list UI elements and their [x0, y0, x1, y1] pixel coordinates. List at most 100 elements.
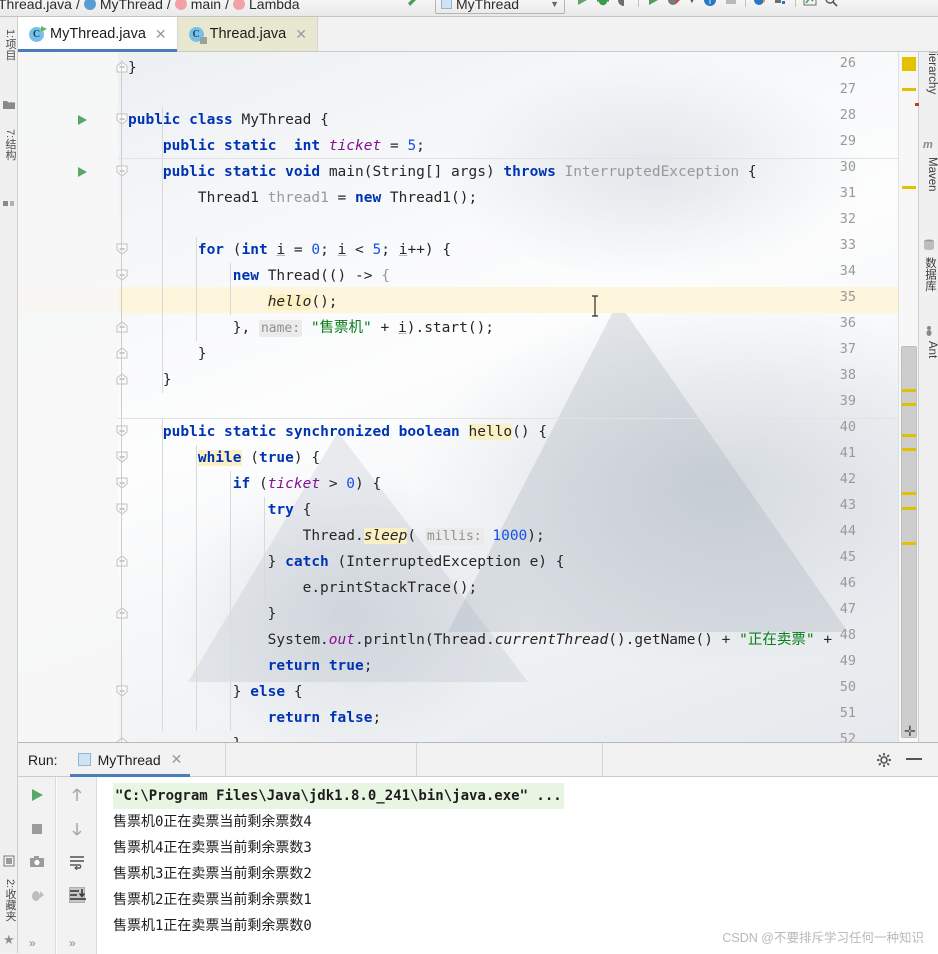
code-line[interactable]: return false; — [128, 705, 382, 731]
add-marker-icon[interactable]: ✛ — [904, 723, 916, 740]
gear-icon[interactable] — [876, 752, 892, 768]
code-line[interactable]: public static void main(String[] args) t… — [128, 159, 757, 185]
fold-marker-icon[interactable] — [116, 503, 128, 515]
rerun-failed-icon[interactable] — [667, 0, 681, 7]
code-line[interactable]: hello(); — [128, 289, 338, 315]
close-icon[interactable]: ✕ — [155, 26, 167, 43]
tab-thread-java[interactable]: C Thread.java ✕ — [177, 17, 318, 51]
run-gutter-icon[interactable] — [78, 115, 87, 125]
sidebar-item-maven[interactable]: Maven — [922, 157, 938, 192]
code-line[interactable]: } — [128, 601, 277, 627]
coverage-icon[interactable] — [617, 0, 631, 7]
star-icon[interactable]: ★ — [3, 932, 15, 948]
marker-warning[interactable] — [902, 389, 916, 392]
code-line[interactable]: } — [128, 341, 207, 367]
marker-warning[interactable] — [902, 403, 916, 406]
code-line[interactable]: public static synchronized boolean hello… — [128, 419, 547, 445]
code-line[interactable]: }, name: "售票机" + i).start(); — [128, 315, 494, 342]
editor-marker-scrollbar[interactable]: ✛ — [898, 52, 919, 742]
code-line[interactable]: try { — [128, 497, 312, 523]
code-line[interactable]: } — [128, 55, 137, 81]
fold-marker-icon[interactable] — [116, 555, 128, 567]
code-line[interactable]: while (true) { — [128, 445, 320, 471]
sidebar-item-hierarchy[interactable]: Hierarchy — [922, 45, 938, 94]
code-line[interactable]: e.printStackTrace(); — [128, 575, 478, 601]
stop-icon[interactable] — [29, 821, 45, 837]
code-line[interactable]: Thread.sleep( millis: 1000); — [128, 523, 545, 550]
grid-icon[interactable] — [3, 195, 15, 207]
code-line[interactable]: Thread1 thread1 = new Thread1(); — [128, 185, 477, 211]
fold-marker-icon[interactable] — [116, 373, 128, 385]
breadcrumb-item-2[interactable]: main — [174, 0, 221, 12]
rerun-icon[interactable] — [29, 787, 45, 803]
fold-marker-icon[interactable] — [116, 269, 128, 281]
sidebar-item-ant[interactable]: Ant — [922, 341, 938, 358]
marker-warning[interactable] — [902, 507, 916, 510]
close-icon[interactable]: ✕ — [295, 26, 307, 43]
search-icon[interactable] — [824, 0, 838, 7]
expand-toolbar-icon[interactable]: » — [69, 936, 76, 950]
code-line[interactable]: } — [128, 367, 172, 393]
code-editor[interactable]: 26 27 28 29 30 31 32 33 34 35 36 37 38 39 40 41 42 43 44 45… — [18, 52, 918, 742]
soft-wrap-icon[interactable] — [69, 854, 85, 871]
fold-marker-icon[interactable] — [116, 607, 128, 619]
fold-marker-icon[interactable] — [116, 425, 128, 437]
marker-warning[interactable] — [902, 434, 916, 437]
run-icon[interactable] — [575, 0, 589, 7]
code-line[interactable]: public class MyThread { — [128, 107, 329, 133]
fold-marker-icon[interactable] — [116, 113, 128, 125]
help-icon[interactable]: i — [703, 0, 717, 7]
fold-marker-icon[interactable] — [116, 685, 128, 697]
close-icon[interactable]: ✕ — [171, 751, 183, 768]
down-icon[interactable] — [69, 821, 85, 837]
debug-icon[interactable] — [29, 887, 45, 903]
code-line[interactable]: } else { — [128, 679, 303, 705]
fold-marker-icon[interactable] — [116, 347, 128, 359]
up-icon[interactable] — [69, 787, 85, 803]
console-tab-mythread[interactable]: MyThread ✕ — [69, 743, 191, 777]
fold-marker-icon[interactable] — [116, 165, 128, 177]
run-gutter-icon[interactable] — [78, 167, 87, 177]
stop-icon[interactable] — [724, 0, 738, 7]
run-configuration-selector[interactable]: MyThread ▼ — [435, 0, 565, 14]
code-line[interactable]: if (ticket > 0) { — [128, 471, 381, 497]
favorites-book-icon[interactable] — [3, 855, 15, 867]
code-line[interactable]: for (int i = 0; i < 5; i++) { — [128, 237, 451, 263]
sidebar-item-favorites[interactable]: 2:收藏夹 — [0, 879, 17, 921]
breadcrumb-item-1[interactable]: MyThread — [83, 0, 163, 12]
tab-mythread-java[interactable]: C MyThread.java ✕ — [18, 17, 178, 52]
editor-gutter[interactable] — [18, 52, 118, 742]
sidebar-item-database[interactable]: 数据库 — [922, 257, 938, 292]
breadcrumb-item-3[interactable]: Lambda — [233, 0, 300, 12]
screenshot-icon[interactable] — [29, 854, 45, 870]
debug-icon[interactable] — [596, 0, 610, 7]
code-line[interactable]: public static int ticket = 5; — [128, 133, 425, 159]
folder-icon[interactable] — [3, 99, 15, 111]
code-line[interactable]: return true; — [128, 653, 373, 679]
code-line[interactable]: } catch (InterruptedException e) { — [128, 549, 565, 575]
minimize-icon[interactable] — [906, 758, 922, 760]
code-line[interactable]: System.out.println(Thread.currentThread(… — [128, 627, 832, 653]
sidebar-item-structure[interactable]: 7:结构 — [0, 129, 17, 160]
breadcrumb-item-0[interactable]: Thread.java — [0, 0, 72, 12]
marker-warning[interactable] — [902, 88, 916, 91]
fold-marker-icon[interactable] — [116, 477, 128, 489]
sidebar-item-project[interactable]: 1:项目 — [0, 29, 17, 60]
update-icon[interactable] — [753, 0, 767, 7]
code-line[interactable]: } — [128, 731, 242, 742]
fold-marker-icon[interactable] — [116, 243, 128, 255]
commit-icon[interactable] — [774, 0, 788, 7]
marker-error[interactable] — [915, 103, 919, 106]
fold-marker-icon[interactable] — [116, 61, 128, 73]
chevron-down-icon[interactable]: ▼ — [688, 0, 696, 5]
marker-warning[interactable] — [902, 186, 916, 189]
marker-warning[interactable] — [902, 448, 916, 451]
marker-warning[interactable] — [902, 492, 916, 495]
fold-marker-icon[interactable] — [116, 451, 128, 463]
code-content[interactable]: } public class MyThread { public static i… — [128, 52, 918, 742]
back-icon[interactable] — [404, 0, 420, 13]
marker-warning[interactable] — [902, 57, 916, 71]
code-line[interactable]: new Thread(() -> { — [128, 263, 390, 289]
scroll-to-end-icon[interactable] — [69, 887, 86, 903]
expand-toolbar-icon[interactable]: » — [29, 936, 36, 950]
